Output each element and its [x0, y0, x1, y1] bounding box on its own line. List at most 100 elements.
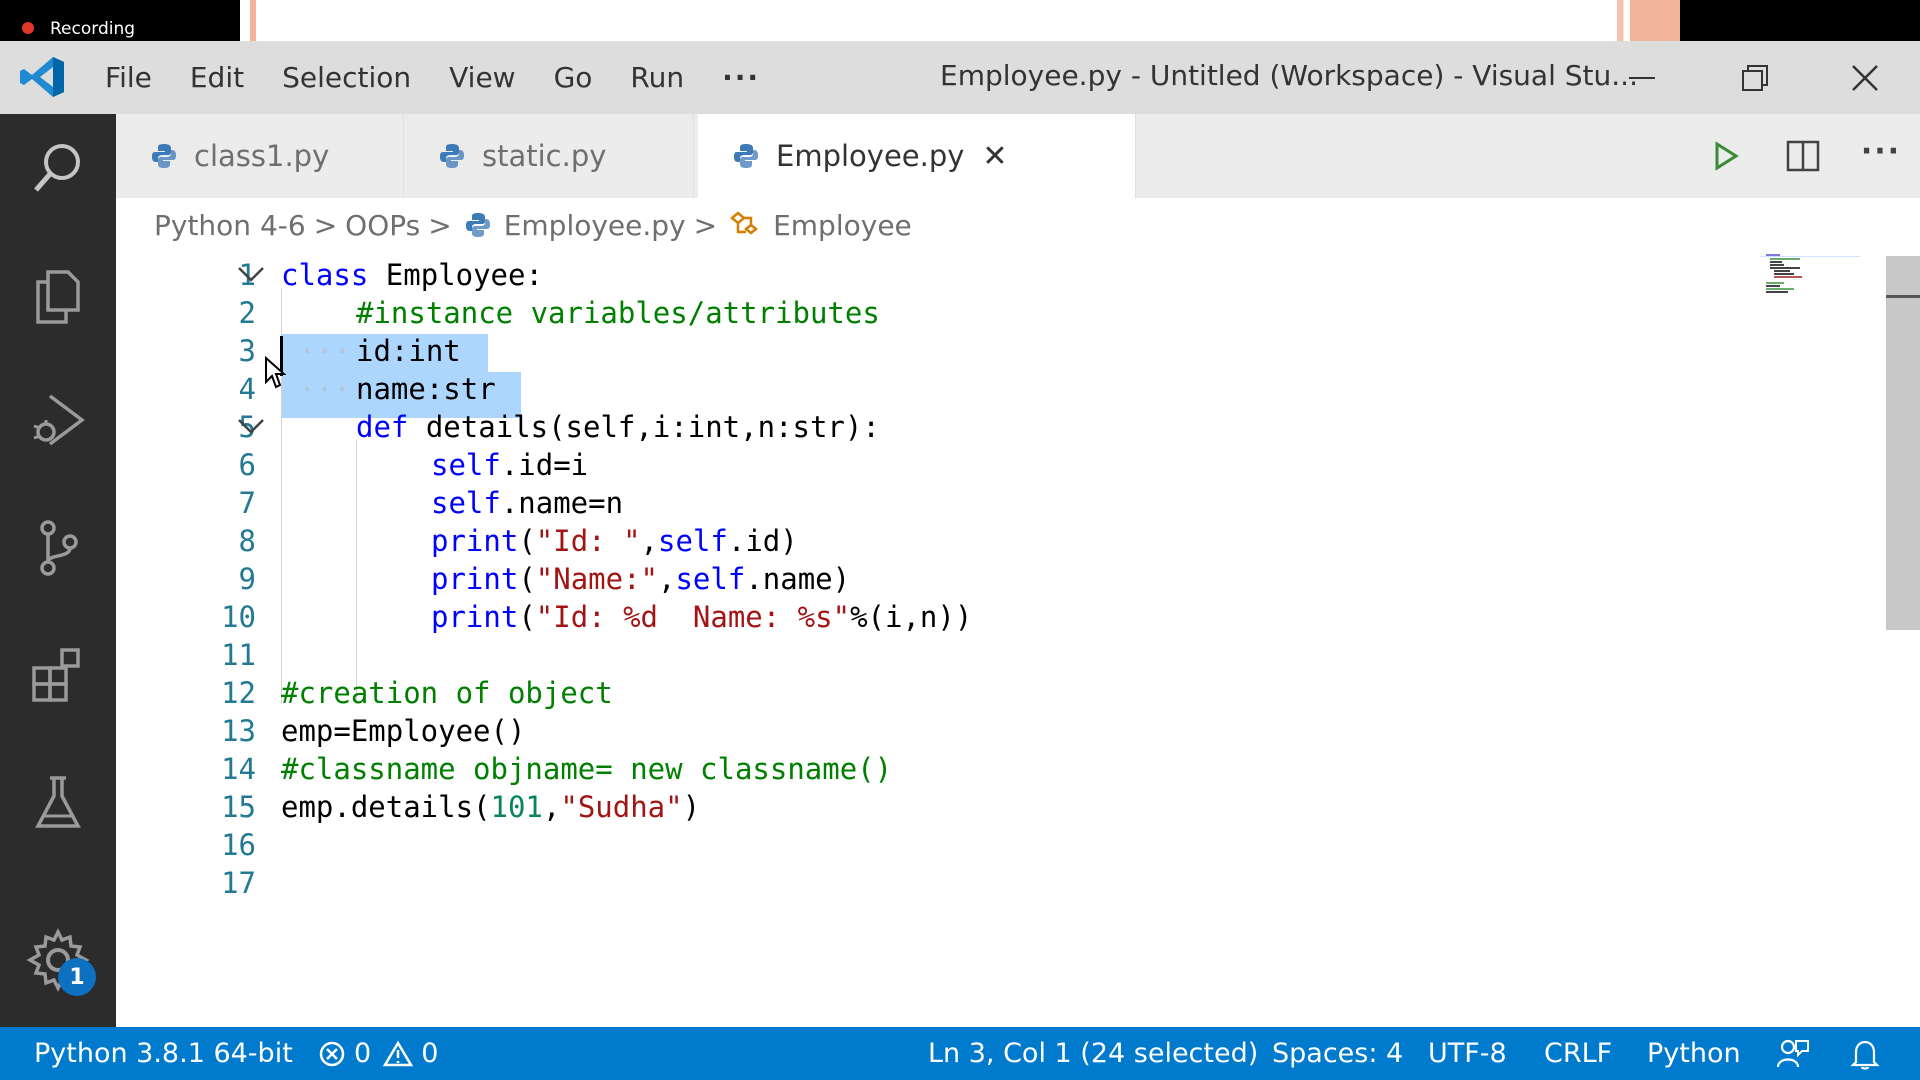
- source-control-icon: [40, 520, 78, 576]
- line-number: 14: [221, 752, 256, 786]
- code-text: id:int: [356, 334, 461, 368]
- activity-source-control[interactable]: [18, 508, 98, 588]
- feedback-button[interactable]: [1776, 1027, 1810, 1080]
- line-number: 8: [238, 524, 256, 558]
- tab-label: static.py: [482, 139, 607, 173]
- breadcrumb-folder[interactable]: OOPs: [345, 209, 420, 242]
- line-number: 12: [221, 676, 256, 710]
- recording-label: Recording: [50, 19, 136, 39]
- python-file-icon: [734, 144, 758, 168]
- feedback-icon: [1776, 1039, 1809, 1067]
- line-number: 2: [238, 296, 256, 330]
- warning-icon: [383, 1040, 414, 1066]
- activity-run-debug[interactable]: [18, 380, 98, 460]
- screen: Recording File Edit Selection View Go Ru…: [0, 0, 1920, 1080]
- line-number: 11: [221, 638, 256, 672]
- breadcrumb-folder[interactable]: Python 4-6: [154, 209, 306, 242]
- mouse-pointer-icon: [265, 356, 286, 389]
- title-bar: File Edit Selection View Go Run ··· Empl…: [0, 41, 1920, 114]
- line-number: 15: [221, 790, 256, 824]
- chevron-down-icon[interactable]: [236, 262, 266, 286]
- menu-go[interactable]: Go: [535, 61, 612, 94]
- tab-class1[interactable]: class1.py: [116, 114, 404, 198]
- cursor-position[interactable]: Ln 3, Col 1 (24 selected): [928, 1027, 1258, 1080]
- tab-employee[interactable]: Employee.py ✕: [698, 114, 1136, 198]
- tab-close-button[interactable]: ✕: [982, 139, 1007, 174]
- menu-view[interactable]: View: [430, 61, 534, 94]
- flask-icon: [35, 776, 81, 828]
- minimize-icon: [1629, 76, 1655, 79]
- activity-explorer[interactable]: [18, 256, 98, 336]
- menu-selection[interactable]: Selection: [263, 61, 430, 94]
- menu-edit[interactable]: Edit: [171, 61, 263, 94]
- menu-file[interactable]: File: [86, 61, 171, 94]
- split-editor-button[interactable]: [1764, 139, 1842, 173]
- code-text: name:str: [356, 372, 496, 406]
- activity-testing[interactable]: [18, 762, 98, 842]
- line-number: 6: [238, 448, 256, 482]
- minimap[interactable]: [1760, 252, 1860, 312]
- class-symbol-icon: [729, 210, 761, 240]
- tab-bar: class1.py static.py Employee.py ✕ ···: [116, 114, 1920, 198]
- warning-count: 0: [421, 1038, 439, 1069]
- error-count: 0: [354, 1038, 372, 1069]
- line-number: 9: [238, 562, 256, 596]
- code-text: #creation of object: [281, 676, 613, 710]
- tab-label: class1.py: [194, 139, 330, 173]
- vertical-scrollbar[interactable]: [1886, 256, 1920, 630]
- code-text: #classname objname= new classname(): [281, 752, 893, 786]
- minimize-button[interactable]: [1597, 41, 1687, 114]
- run-file-button[interactable]: [1686, 141, 1764, 171]
- activity-extensions[interactable]: [18, 634, 98, 714]
- python-file-icon: [152, 144, 176, 168]
- code-text: self.id=i: [431, 448, 589, 482]
- tab-static[interactable]: static.py: [404, 114, 694, 198]
- code-text: def details(self,i:int,n:str):: [356, 410, 880, 444]
- python-interpreter[interactable]: Python 3.8.1 64-bit: [34, 1027, 293, 1080]
- code-text: print("Name:",self.name): [431, 562, 851, 596]
- editor-actions: ···: [1686, 114, 1920, 198]
- activity-search[interactable]: [18, 128, 98, 208]
- code-line: 17: [116, 860, 1766, 906]
- split-editor-icon: [1786, 140, 1820, 172]
- status-bar: Python 3.8.1 64-bit 0 0 Ln 3, Col 1 (24 …: [0, 1027, 1920, 1080]
- line-number: 13: [221, 714, 256, 748]
- menu-run[interactable]: Run: [611, 61, 703, 94]
- more-actions-button[interactable]: ···: [1842, 134, 1920, 179]
- files-icon: [36, 270, 80, 324]
- restore-icon: [1742, 64, 1768, 91]
- code-text: emp.details(101,"Sudha"): [281, 790, 701, 824]
- menu-bar: File Edit Selection View Go Run ···: [86, 41, 779, 114]
- restore-button[interactable]: [1710, 41, 1800, 114]
- close-icon: [1852, 64, 1878, 91]
- code-text: self.name=n: [431, 486, 624, 520]
- line-ending[interactable]: CRLF: [1544, 1027, 1612, 1080]
- python-file-icon: [440, 144, 464, 168]
- notifications-button[interactable]: [1850, 1027, 1880, 1080]
- breadcrumb-symbol[interactable]: Employee: [773, 209, 912, 242]
- breadcrumb-file[interactable]: Employee.py: [504, 209, 686, 242]
- close-window-button[interactable]: [1820, 41, 1910, 114]
- python-file-icon: [464, 211, 492, 239]
- run-debug-icon: [33, 394, 85, 446]
- menu-more[interactable]: ···: [703, 61, 779, 94]
- error-icon: [319, 1041, 345, 1066]
- background-window-edge: [1617, 0, 1681, 41]
- breadcrumb: Python 4-6 > OOPs > Employee.py > Employ…: [116, 198, 1920, 252]
- line-number: 4: [238, 372, 256, 406]
- language-mode[interactable]: Python: [1647, 1027, 1741, 1080]
- indentation[interactable]: Spaces: 4: [1272, 1027, 1403, 1080]
- background-window-edge: [250, 0, 256, 41]
- line-number: 7: [238, 486, 256, 520]
- line-number: 17: [221, 866, 256, 900]
- problems-indicator[interactable]: 0 0: [318, 1027, 438, 1080]
- chevron-right-icon: >: [313, 208, 338, 242]
- vscode-logo-icon: [20, 57, 64, 97]
- window-title: Employee.py - Untitled (Workspace) - Vis…: [940, 59, 1638, 92]
- encoding[interactable]: UTF-8: [1428, 1027, 1507, 1080]
- extensions-icon: [32, 648, 80, 702]
- recording-strip: Recording: [0, 0, 1920, 41]
- bell-icon: [1850, 1040, 1880, 1070]
- chevron-down-icon[interactable]: [236, 414, 266, 438]
- code-editor[interactable]: 1 class Employee: 2 #instance variables/…: [116, 252, 1920, 1027]
